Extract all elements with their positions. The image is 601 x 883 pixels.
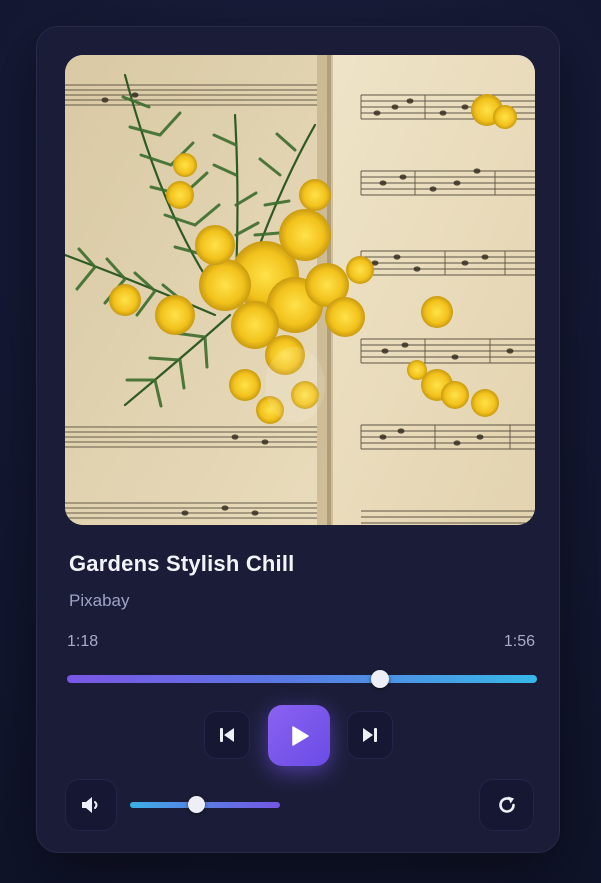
play-icon [292, 725, 309, 746]
next-button[interactable] [347, 711, 393, 759]
volume-icon [82, 797, 98, 813]
album-art-image [65, 55, 535, 525]
repeat-icon [498, 796, 515, 813]
track-title: Gardens Stylish Chill [69, 551, 295, 576]
previous-button[interactable] [204, 711, 250, 759]
play-button[interactable] [268, 705, 330, 766]
volume-slider[interactable] [130, 796, 280, 813]
progress-bar[interactable] [67, 670, 537, 688]
track-artist: Pixabay [69, 591, 130, 610]
volume-thumb[interactable] [188, 796, 205, 813]
current-time: 1:18 [67, 633, 99, 650]
skip-next-icon [363, 728, 377, 742]
album-art [65, 55, 535, 525]
progress-thumb[interactable] [370, 670, 389, 688]
music-player-card: Gardens Stylish Chill Pixabay 1:18 1:56 [36, 26, 560, 853]
total-time: 1:56 [503, 633, 535, 650]
repeat-button[interactable] [479, 779, 534, 831]
volume-button[interactable] [65, 779, 117, 831]
skip-previous-icon [220, 728, 234, 742]
